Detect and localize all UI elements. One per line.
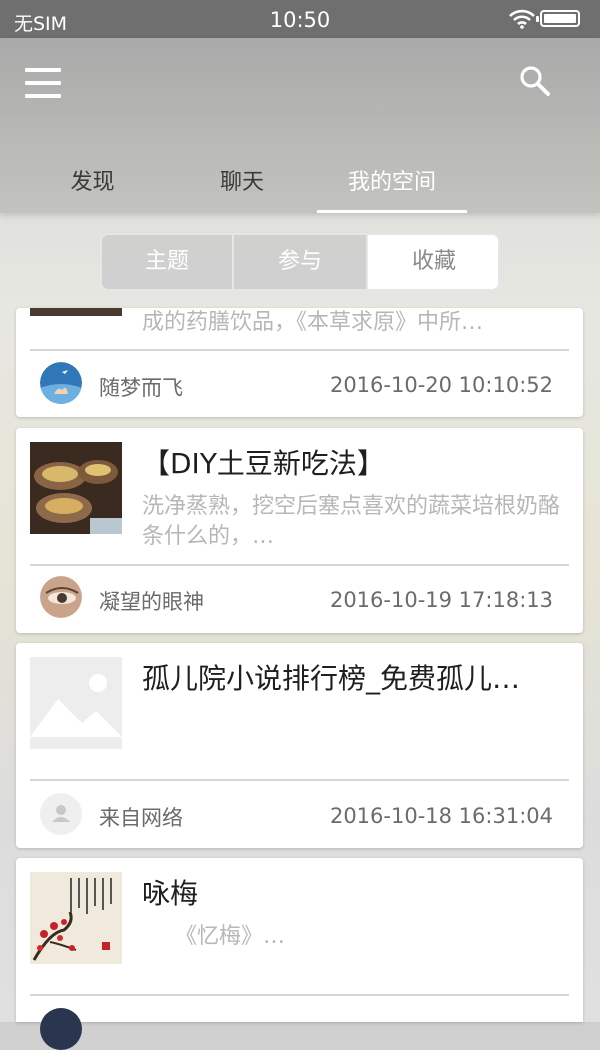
segment-label: 收藏 [411, 249, 456, 274]
segmented-control: 主题 参与 收藏 [100, 233, 500, 291]
post-title: 咏梅 [142, 877, 199, 910]
hamburger-menu-icon[interactable] [25, 68, 61, 100]
post-summary: 《忆梅》… [142, 924, 286, 949]
post-card[interactable]: 成的药膳饮品，《本草求原》中所… 随梦而飞 2016-10-20 10:10:5… [16, 308, 583, 417]
post-summary: 洗净蒸熟，挖空后塞点喜欢的蔬菜培根奶酪条什么的，… [142, 494, 561, 549]
post-thumbnail [30, 308, 122, 316]
author-name: 凝望的眼神 [99, 590, 204, 614]
segment-favorites[interactable]: 收藏 [368, 235, 498, 289]
app-header: 发现 聊天 我的空间 [0, 38, 600, 213]
author-name: 来自网络 [99, 806, 183, 830]
default-avatar-icon[interactable] [40, 793, 82, 835]
avatar[interactable] [40, 1008, 82, 1050]
post-card[interactable]: 【DIY土豆新吃法】 洗净蒸熟，挖空后塞点喜欢的蔬菜培根奶酪条什么的，… 凝望的… [16, 428, 583, 633]
status-bar: 无SIM 10:50 [0, 0, 600, 38]
wifi-icon [509, 9, 535, 34]
segment-label: 参与 [277, 249, 322, 274]
tab-label: 聊天 [219, 170, 264, 195]
post-date: 2016-10-20 10:10:52 [329, 373, 553, 397]
segment-label: 主题 [144, 249, 189, 274]
battery-icon [536, 10, 580, 27]
post-title: 孤儿院小说排行榜_免费孤儿… [142, 662, 521, 695]
avatar[interactable] [40, 362, 82, 404]
tab-label: 发现 [70, 170, 115, 195]
post-date: 2016-10-19 17:18:13 [329, 588, 553, 612]
divider [30, 349, 569, 351]
author-name: 随梦而飞 [99, 376, 183, 400]
segment-participated[interactable]: 参与 [234, 235, 368, 289]
image-placeholder-icon [30, 657, 122, 749]
tab-label: 我的空间 [347, 170, 436, 195]
tab-discover[interactable]: 发现 [20, 158, 165, 213]
main-tabs: 发现 聊天 我的空间 [0, 158, 600, 213]
active-tab-indicator [317, 210, 467, 213]
divider [30, 994, 569, 996]
post-title: 【DIY土豆新吃法】 [142, 447, 385, 480]
avatar[interactable] [40, 576, 82, 618]
divider [30, 564, 569, 566]
post-thumbnail [30, 442, 122, 534]
post-date: 2016-10-18 16:31:04 [329, 804, 553, 828]
post-thumbnail [30, 872, 122, 964]
search-icon[interactable] [518, 64, 552, 98]
segment-topics[interactable]: 主题 [102, 235, 234, 289]
post-card[interactable]: 孤儿院小说排行榜_免费孤儿… 来自网络 2016-10-18 16:31:04 [16, 643, 583, 848]
tab-chat[interactable]: 聊天 [168, 158, 316, 213]
divider [30, 779, 569, 781]
post-card[interactable]: 咏梅 《忆梅》… [16, 858, 583, 1050]
tab-my-space[interactable]: 我的空间 [317, 158, 467, 213]
post-summary: 成的药膳饮品，《本草求原》中所… [142, 310, 484, 335]
